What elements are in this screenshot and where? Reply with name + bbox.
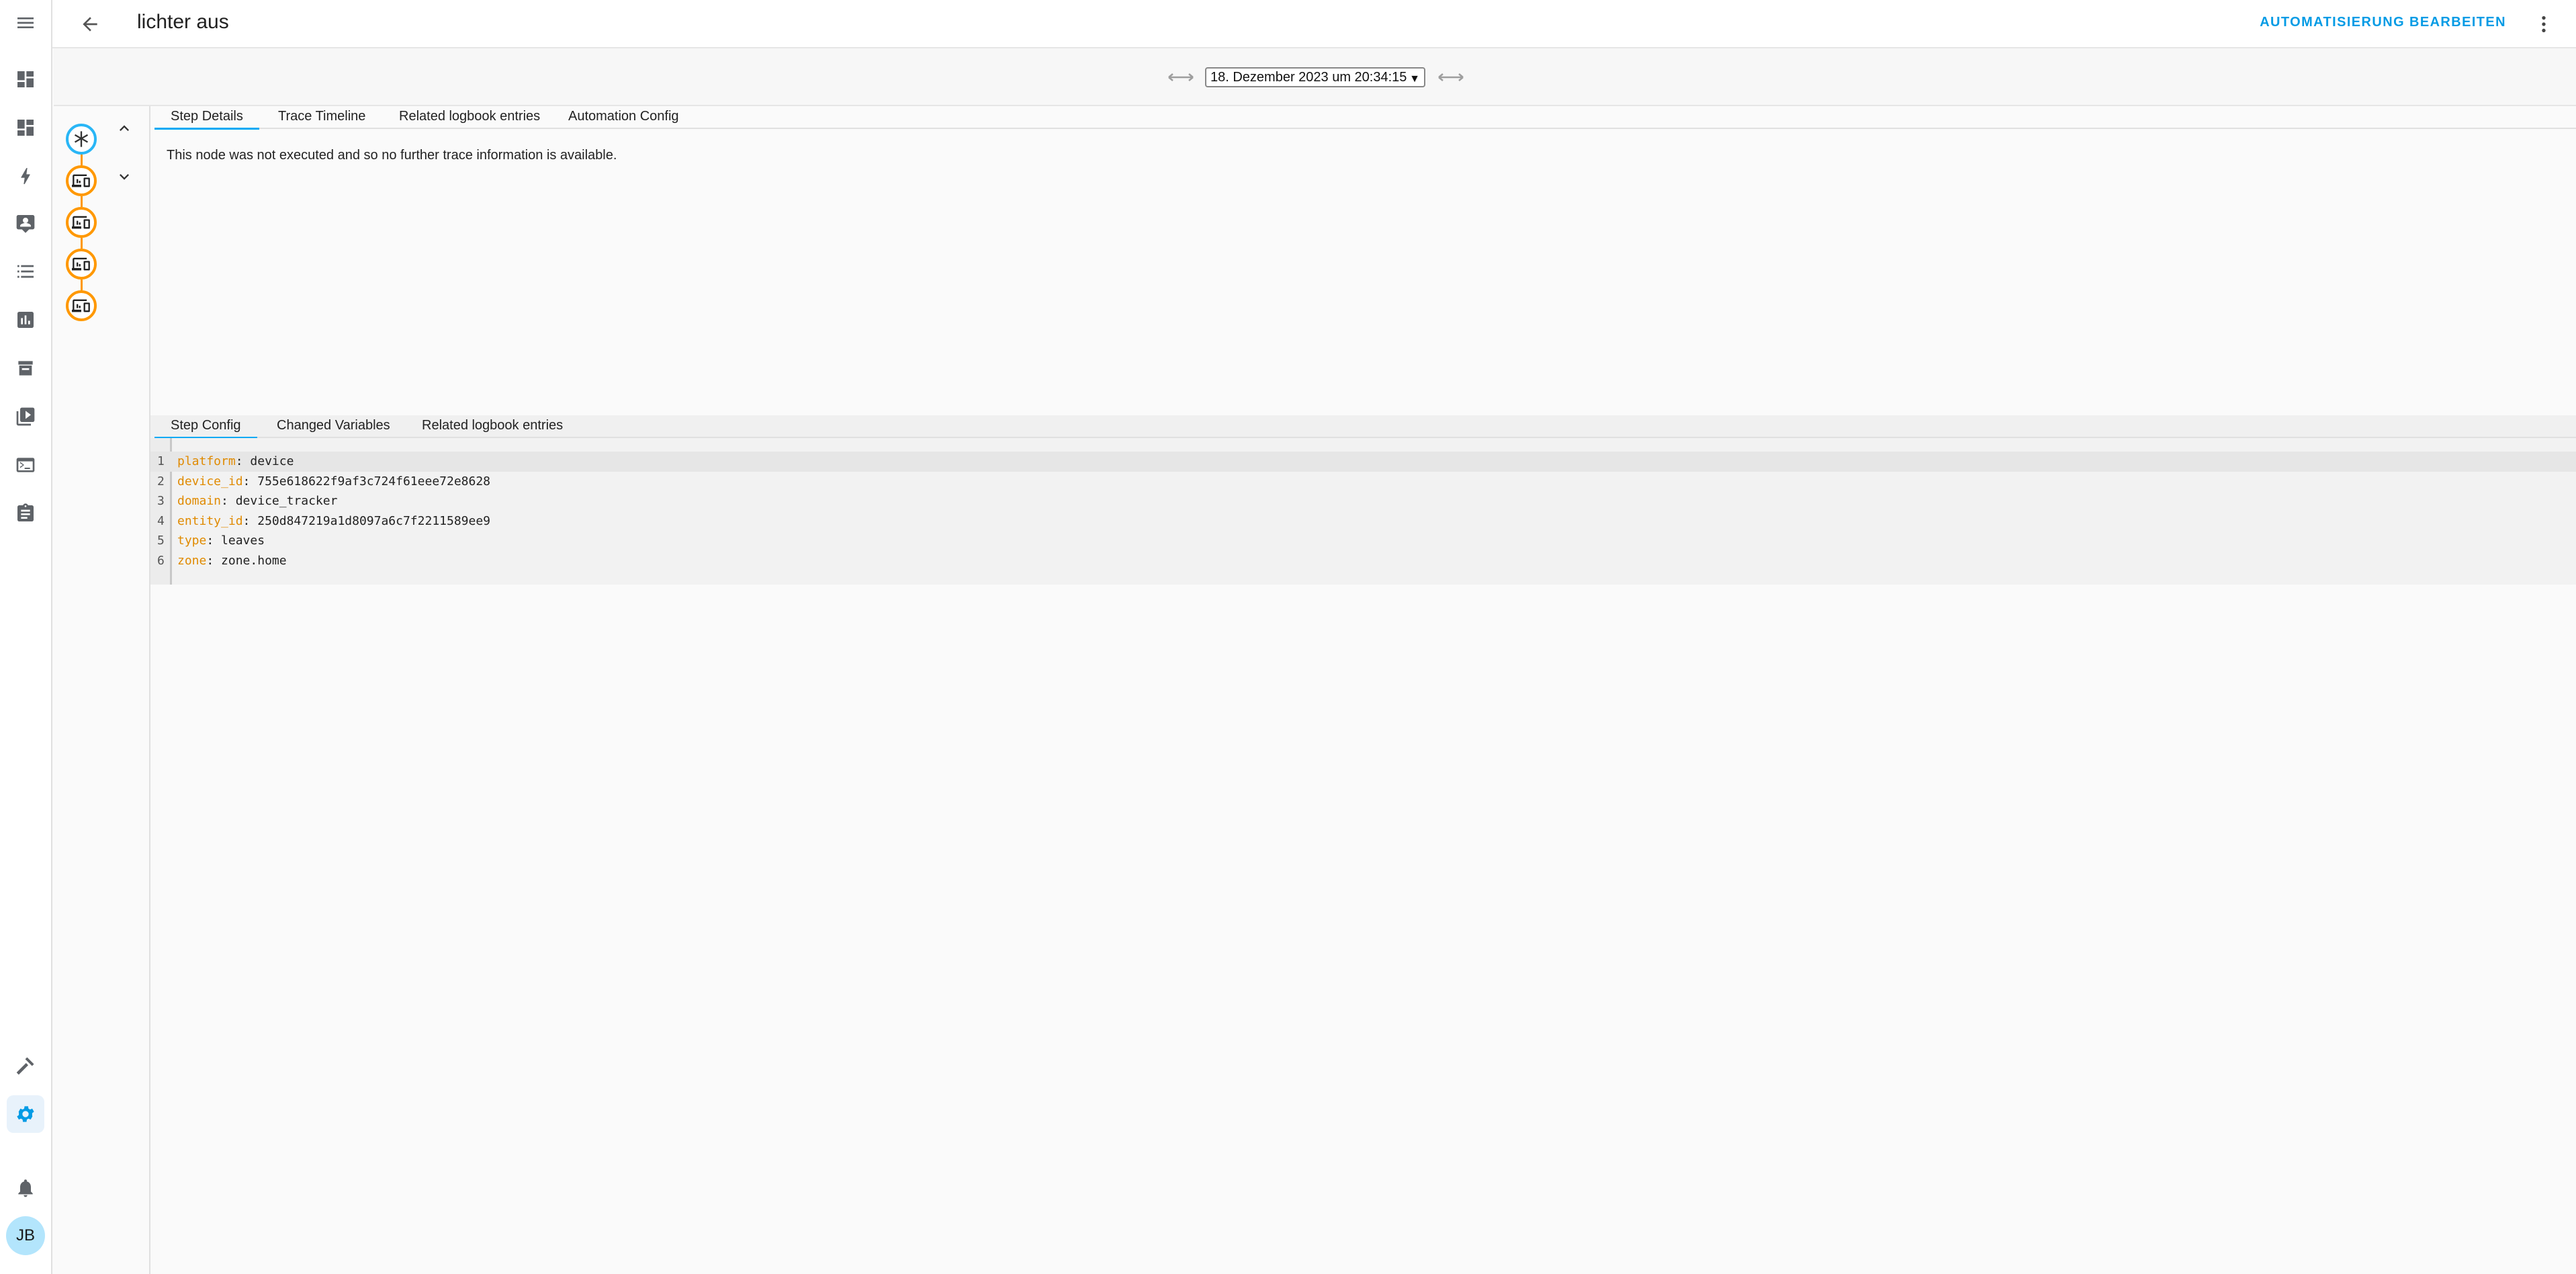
line-number: 5 <box>157 534 165 548</box>
line-number: 4 <box>157 513 165 528</box>
code-line: 1 platform: device <box>150 452 2576 472</box>
graph-connector <box>81 280 83 290</box>
trigger-node[interactable] <box>66 124 97 155</box>
tab-related-logbook[interactable]: Related logbook entries <box>383 106 556 128</box>
sub-tabs: Step Config Changed Variables Related lo… <box>154 415 2576 439</box>
device-action-node[interactable] <box>66 207 97 238</box>
yaml-key: platform <box>177 454 236 468</box>
code-line: 3 domain: device_tracker <box>150 491 2576 511</box>
trace-details: Step Details Trace Timeline Related logb… <box>150 106 2576 1274</box>
graph-connector <box>81 155 83 165</box>
tab-step-config[interactable]: Step Config <box>154 415 257 439</box>
devices-icon <box>72 257 90 271</box>
device-action-node[interactable] <box>66 249 97 280</box>
yaml-value: zone.home <box>221 553 287 568</box>
gear-icon[interactable] <box>7 1095 44 1133</box>
tab-related-logbook-entries[interactable]: Related logbook entries <box>406 415 579 437</box>
tab-changed-variables[interactable]: Changed Variables <box>261 415 406 437</box>
asterisk-icon <box>74 131 89 147</box>
line-number: 2 <box>157 474 165 489</box>
back-arrow-icon[interactable] <box>74 8 106 40</box>
trace-picker-row: 18. Dezember 2023 um 20:34:15 ▼ <box>54 48 2576 106</box>
lightning-icon[interactable] <box>7 157 44 195</box>
list-icon[interactable] <box>7 253 44 290</box>
chart-icon[interactable] <box>7 301 44 339</box>
device-action-node[interactable] <box>66 165 97 196</box>
chevron-down-icon: ▼ <box>1409 73 1420 85</box>
yaml-key: type <box>177 534 207 548</box>
top-bar: lichter aus AUTOMATISIERUNG BEARBEITEN <box>52 0 2576 48</box>
more-options-icon[interactable] <box>2529 9 2559 39</box>
person-board-icon[interactable] <box>7 204 44 242</box>
yaml-value: 755e618622f9af3c724f61eee72e8628 <box>257 474 491 489</box>
dashboard-icon[interactable] <box>7 60 44 98</box>
tab-trace-timeline[interactable]: Trace Timeline <box>262 106 382 128</box>
trace-select-value: 18. Dezember 2023 um 20:34:15 <box>1210 70 1407 85</box>
step-details-message: This node was not executed and so no fur… <box>167 148 617 163</box>
yaml-key: domain <box>177 494 222 508</box>
code-line: 5 type: leaves <box>150 531 2576 551</box>
yaml-value: device <box>250 454 294 468</box>
yaml-key: entity_id <box>177 513 243 528</box>
hacs-icon[interactable] <box>7 349 44 387</box>
code-line: 4 entity_id: 250d847219a1d8097a6c7f22115… <box>150 511 2576 532</box>
trace-graph <box>54 106 150 1274</box>
clipboard-icon[interactable] <box>7 495 44 532</box>
line-number: 6 <box>157 553 165 568</box>
chevron-down-icon[interactable] <box>113 165 136 188</box>
terminal-icon[interactable] <box>7 446 44 484</box>
newer-trace-icon[interactable] <box>1437 69 1464 86</box>
tab-automation-config[interactable]: Automation Config <box>552 106 695 128</box>
code-line: 2 device_id: 755e618622f9af3c724f61eee72… <box>150 472 2576 492</box>
code-line: 6 zone: zone.home <box>150 551 2576 571</box>
line-number: 1 <box>157 454 165 468</box>
yaml-value: leaves <box>221 534 265 548</box>
dashboard-icon[interactable] <box>7 109 44 146</box>
device-action-node[interactable] <box>66 290 97 321</box>
yaml-key: zone <box>177 553 207 568</box>
menu-icon[interactable] <box>7 4 44 42</box>
devices-icon <box>72 216 90 229</box>
line-number: 3 <box>157 494 165 508</box>
chevron-up-icon[interactable] <box>113 117 136 140</box>
hammer-icon[interactable] <box>7 1047 44 1085</box>
graph-connector <box>81 196 83 207</box>
graph-connector <box>81 238 83 249</box>
avatar-initials: JB <box>15 1226 35 1244</box>
bell-icon[interactable] <box>7 1169 44 1207</box>
yaml-value: 250d847219a1d8097a6c7f2211589ee9 <box>257 513 491 528</box>
main-tabs: Step Details Trace Timeline Related logb… <box>154 106 2576 130</box>
trace-select[interactable]: 18. Dezember 2023 um 20:34:15 ▼ <box>1205 67 1425 87</box>
avatar[interactable]: JB <box>6 1216 45 1255</box>
sidebar: JB <box>0 0 52 1274</box>
older-trace-icon[interactable] <box>1167 69 1194 86</box>
media-icon[interactable] <box>7 398 44 435</box>
yaml-value: device_tracker <box>235 494 338 508</box>
step-config-code[interactable]: 1 platform: device 2 device_id: 755e6186… <box>150 438 2576 585</box>
page-title: lichter aus <box>137 11 229 33</box>
tab-step-details[interactable]: Step Details <box>154 106 259 130</box>
edit-automation-button[interactable]: AUTOMATISIERUNG BEARBEITEN <box>2260 15 2506 30</box>
devices-icon <box>72 174 90 187</box>
devices-icon <box>72 299 90 312</box>
yaml-key: device_id <box>177 474 243 489</box>
